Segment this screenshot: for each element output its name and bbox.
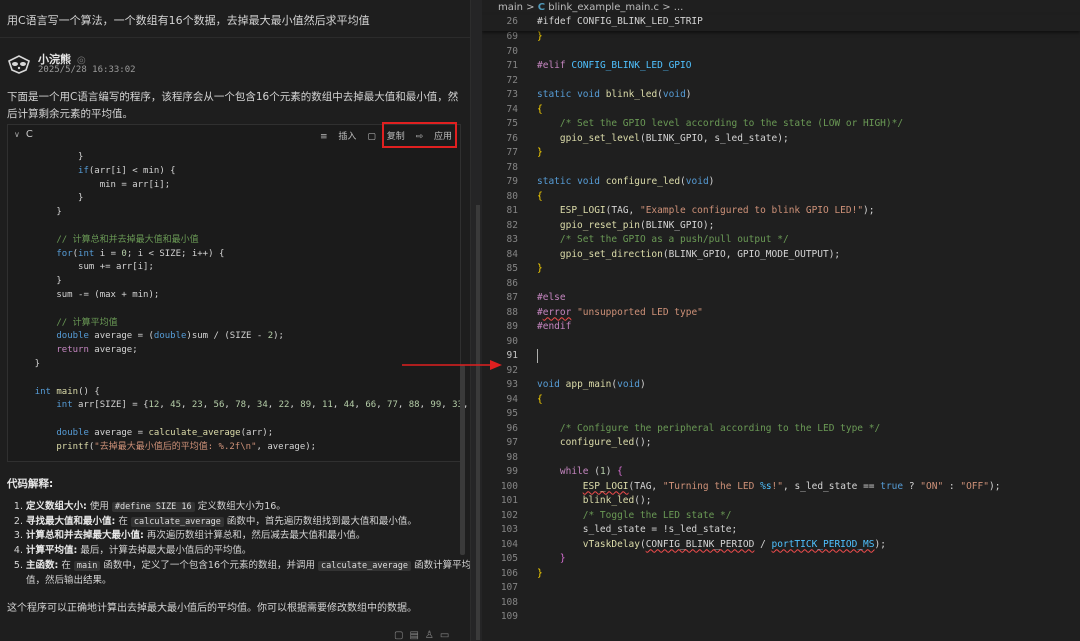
breadcrumb-branch[interactable]: main bbox=[498, 2, 523, 13]
item-title: 寻找最大值和最小值: bbox=[26, 515, 116, 527]
list-item: 计算平均值: 最后，计算去掉最大最小值后的平均值。 bbox=[26, 544, 470, 559]
inline-code: calculate_average bbox=[130, 516, 224, 527]
user-question: 用C语言写一个算法，一个数组有16个数据，去掉最大最小值然后求平均值 bbox=[7, 14, 370, 27]
code-line: 94{ bbox=[506, 393, 543, 405]
code-line: 86 bbox=[506, 277, 518, 289]
editor-lines[interactable]: 69} 70 71 #elif CONFIG_BLINK_LED_GPIO 72 … bbox=[482, 30, 1080, 625]
code-language: C bbox=[25, 129, 33, 140]
inline-code: #define SIZE 16 bbox=[111, 502, 195, 512]
sticky-scroll-header[interactable]: 26 #ifdef CONFIG_BLINK_LED_STRIP bbox=[482, 15, 1080, 31]
code-content: } if(arr[i] < min) { min = arr[i]; } } /… bbox=[34, 152, 469, 452]
code-line: 69} bbox=[506, 31, 543, 42]
item-title: 计算平均值: bbox=[26, 545, 78, 557]
code-line: 97 configure_led(); bbox=[506, 437, 652, 448]
code-line: 75 /* Set the GPIO level according to th… bbox=[506, 118, 904, 129]
answer-summary: 这个程序可以正确地计算出去掉最大最小值后的平均值。你可以根据需要修改数组中的数据… bbox=[7, 603, 417, 614]
c-file-icon: C bbox=[537, 2, 546, 13]
code-line: 71 #elif CONFIG_BLINK_LED_GPIO bbox=[506, 60, 692, 71]
line-number: 26 bbox=[506, 16, 518, 27]
item-text: 在 bbox=[118, 515, 128, 527]
trash-icon[interactable]: ▤ bbox=[409, 630, 424, 641]
item-text: 定义数组大小为16。 bbox=[197, 501, 286, 512]
code-line: 83 /* Set the GPIO as a push/pull output… bbox=[506, 234, 789, 245]
chevron-down-icon: ∨ bbox=[14, 130, 20, 139]
code-line: 77} bbox=[506, 147, 543, 158]
code-line: 102 /* Toggle the LED state */ bbox=[500, 509, 732, 521]
divider bbox=[0, 37, 470, 38]
chat-panel: 用C语言写一个算法，一个数组有16个数据，去掉最大最小值然后求平均值 小浣熊 ◎ … bbox=[0, 0, 470, 641]
highlight-box bbox=[382, 122, 457, 148]
inline-code: calculate_average bbox=[318, 560, 412, 571]
item-text: 使用 bbox=[89, 501, 109, 512]
code-line: 104 vTaskDelay(CONFIG_BLINK_PERIOD / por… bbox=[500, 538, 886, 550]
feedback-icon[interactable]: ▭ bbox=[440, 630, 455, 641]
code-line: 85} bbox=[506, 263, 543, 274]
list-item: 定义数组大小: 使用 #define SIZE 16 定义数组大小为16。 bbox=[26, 500, 470, 515]
code-editor: main > C blink_example_main.c > ... 26 #… bbox=[482, 0, 1080, 641]
code-line: 108 bbox=[500, 596, 518, 608]
item-text: 在 bbox=[61, 559, 71, 571]
explain-title: 代码解释: bbox=[7, 478, 54, 490]
code-line: 93 void app_main(void) bbox=[506, 379, 646, 390]
code-line: 96 /* Configure the peripheral according… bbox=[506, 422, 881, 434]
code-line: 88 #error "unsupported LED type" bbox=[506, 306, 703, 318]
code-line: 99 while (1) { bbox=[506, 466, 623, 477]
list-item: 寻找最大值和最小值: 在 calculate_average 函数中，首先遍历数… bbox=[26, 515, 470, 530]
code-line: 84 gpio_set_direction(BLINK_GPIO, GPIO_M… bbox=[506, 248, 841, 260]
item-text: 函数中，定义了一个包含16个元素的数组，并调用 bbox=[103, 559, 315, 571]
breadcrumb-file[interactable]: blink_example_main.c bbox=[548, 2, 659, 13]
annotation-arrow bbox=[402, 360, 502, 370]
text-cursor bbox=[537, 349, 538, 363]
code-line: 107 bbox=[500, 582, 518, 593]
message-actions: ▢▤♙▭ bbox=[394, 630, 455, 641]
code-line: 105 } bbox=[500, 553, 566, 564]
code-block: ∨ C ≡ 插入 ▢ 复制 ⇨ 应用 } if(arr[i] < min) { m… bbox=[7, 124, 468, 555]
code-line: 80{ bbox=[506, 190, 543, 202]
insert-button[interactable]: ≡ 插入 bbox=[320, 132, 356, 142]
code-line: 92 bbox=[506, 364, 518, 376]
list-item: 计算总和并去掉最大最小值: 再次遍历数组计算总和，然后减去最大值和最小值。 bbox=[26, 529, 470, 544]
insert-label: 插入 bbox=[338, 132, 357, 142]
code-line: 81 ESP_LOGI(TAG, "Example configured to … bbox=[506, 205, 875, 216]
item-text: 函数中，首先遍历数组找到最大值和最小值。 bbox=[226, 515, 417, 527]
code-line: 98 bbox=[506, 451, 518, 463]
current-line: 91 bbox=[482, 349, 1080, 364]
code-line: 79 static void configure_led(void) bbox=[506, 176, 715, 187]
code-line: 106} bbox=[500, 567, 543, 579]
code-line: 82 gpio_reset_pin(BLINK_GPIO); bbox=[506, 219, 715, 231]
code-line: 90 bbox=[506, 335, 518, 347]
item-title: 定义数组大小: bbox=[26, 501, 87, 512]
code-line: 109 bbox=[500, 611, 518, 622]
breadcrumb: main > C blink_example_main.c > ... bbox=[498, 2, 684, 13]
item-title: 计算总和并去掉最大最小值: bbox=[26, 530, 144, 542]
code-line: 101 blink_led(); bbox=[500, 495, 652, 506]
explain-list: 定义数组大小: 使用 #define SIZE 16 定义数组大小为16。 寻找… bbox=[14, 500, 470, 588]
code-line: 78 bbox=[506, 161, 518, 173]
code-line: 76 gpio_set_level(BLINK_GPIO, s_led_stat… bbox=[506, 132, 789, 144]
code-line: 70 bbox=[506, 45, 518, 57]
code-collapse-toggle[interactable]: ∨ C bbox=[14, 129, 33, 140]
item-text: 再次遍历数组计算总和，然后减去最大值和最小值。 bbox=[146, 530, 366, 542]
code-line: 87 #else bbox=[506, 292, 566, 303]
answer-intro: 下面是一个用C语言编写的程序，该程序会从一个包含16个元素的数组中去掉最大值和最… bbox=[7, 91, 459, 120]
item-title: 主函数: bbox=[26, 559, 59, 571]
code-line: 73 static void blink_led(void) bbox=[506, 89, 692, 100]
code-line: 100 ESP_LOGI(TAG, "Turning the LED %s!",… bbox=[500, 480, 1001, 492]
inline-code: main bbox=[73, 560, 101, 571]
code-line: 72 bbox=[506, 74, 518, 86]
copy-icon[interactable]: ▢ bbox=[394, 630, 409, 641]
item-text: 最后，计算去掉最大最小值后的平均值。 bbox=[80, 545, 252, 557]
thumbs-up-icon[interactable]: ♙ bbox=[425, 630, 440, 641]
sticky-line-text: #ifdef CONFIG_BLINK_LED_STRIP bbox=[537, 16, 703, 27]
code-line: 74{ bbox=[506, 103, 543, 115]
code-line: 89 #endif bbox=[506, 321, 572, 332]
scrollbar-thumb[interactable] bbox=[476, 205, 480, 640]
code-line: 103 s_led_state = !s_led_state; bbox=[500, 524, 738, 535]
list-item: 主函数: 在 main 函数中，定义了一个包含16个元素的数组，并调用 calc… bbox=[26, 559, 470, 588]
message-timestamp: 2025/5/28 16:33:02 bbox=[38, 65, 136, 75]
raccoon-avatar-icon bbox=[8, 55, 30, 74]
code-line: 95 bbox=[506, 408, 518, 419]
breadcrumb-more[interactable]: > ... bbox=[662, 2, 683, 13]
